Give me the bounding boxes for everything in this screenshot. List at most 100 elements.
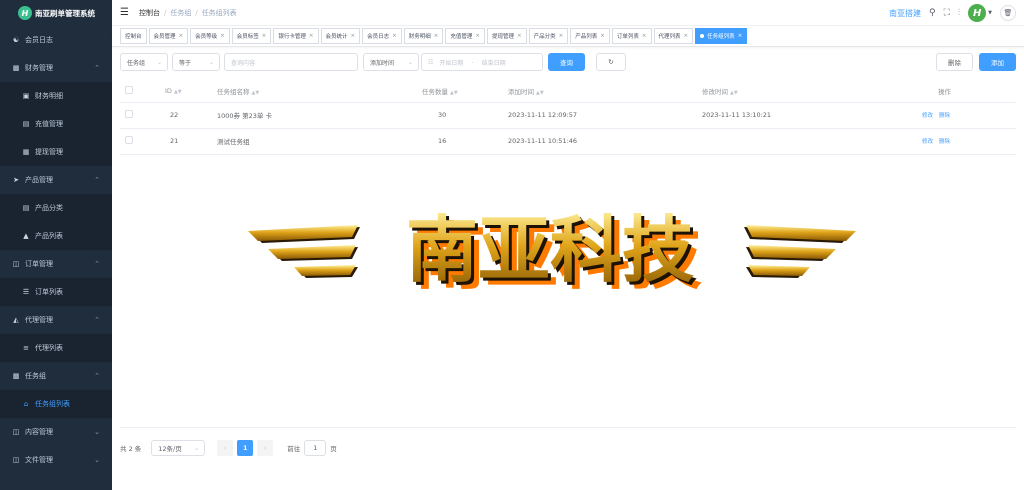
- select-all-checkbox[interactable]: [125, 85, 133, 94]
- next-page-button[interactable]: ›: [257, 439, 274, 456]
- avatar[interactable]: H: [968, 4, 987, 22]
- close-icon[interactable]: ×: [517, 33, 522, 39]
- trash-icon[interactable]: 🗑: [1000, 5, 1016, 21]
- close-icon[interactable]: ×: [475, 33, 480, 39]
- breadcrumb-item: 任务组列表: [201, 8, 237, 17]
- sidebar-item[interactable]: ◫ 文件管理 ⌄: [0, 446, 112, 474]
- column-header-name[interactable]: 任务组名称 ▲▼: [217, 80, 422, 103]
- goto-page-input[interactable]: 1: [304, 439, 327, 456]
- settings-sliders-icon[interactable]: ⫶: [958, 8, 960, 18]
- sidebar-item[interactable]: ▩ 任务组 ⌃: [0, 362, 112, 390]
- column-header-created[interactable]: 添加时间 ▲▼: [508, 80, 702, 103]
- tag-tab[interactable]: 会员日志 ×: [362, 28, 402, 44]
- cell-actions: 修改 删除: [922, 128, 1016, 155]
- close-icon[interactable]: ×: [600, 33, 605, 39]
- cell-actions: 修改 删除: [922, 102, 1016, 129]
- tag-label: 会员管理: [153, 34, 176, 40]
- tag-label: 代理列表: [658, 34, 681, 40]
- column-header-count[interactable]: 任务数量 ▲▼: [422, 80, 508, 103]
- close-icon[interactable]: ×: [738, 33, 743, 39]
- refresh-button[interactable]: ↻: [596, 53, 626, 71]
- prev-page-button[interactable]: ‹: [217, 439, 234, 456]
- column-header-id[interactable]: ID ▲▼: [165, 80, 217, 103]
- tag-tab[interactable]: 会员管理 ×: [148, 28, 189, 44]
- tag-tab[interactable]: 会员统计 ×: [320, 28, 361, 44]
- sidebar-item[interactable]: ▲ 产品列表: [0, 222, 112, 250]
- table-row: 22 1000券 第23单 卡 30 2023-11-11 12:09:57 2…: [120, 102, 1016, 129]
- sidebar-item[interactable]: ▤ 充值管理: [0, 110, 112, 138]
- hamburger-icon[interactable]: ☰: [120, 7, 129, 18]
- keyword-input[interactable]: 查询内容: [224, 53, 358, 71]
- sidebar-item[interactable]: ⌂ 任务组列表: [0, 390, 112, 418]
- bar-chart-icon: ▩: [12, 64, 20, 72]
- close-icon[interactable]: ×: [262, 33, 267, 39]
- edit-link[interactable]: 修改: [922, 113, 933, 119]
- sidebar-item[interactable]: ▤ 产品分类: [0, 194, 112, 222]
- tag-tab[interactable]: 会员等级 ×: [190, 28, 230, 44]
- search-button[interactable]: 查询: [548, 53, 585, 71]
- tag-tab[interactable]: 会员标签 ×: [231, 28, 272, 44]
- row-checkbox[interactable]: [125, 136, 133, 144]
- app-logo[interactable]: H 南亚刷单管理系统: [0, 0, 112, 26]
- delete-link[interactable]: 删除: [939, 139, 950, 145]
- breadcrumb-item[interactable]: 控制台: [139, 9, 160, 17]
- tag-tab[interactable]: 财务明细 ×: [403, 28, 444, 44]
- close-icon[interactable]: ×: [351, 33, 356, 39]
- sidebar-item[interactable]: ☯ 会员日志: [0, 26, 112, 54]
- tag-tab[interactable]: 订单列表 ×: [611, 28, 652, 44]
- column-header-updated[interactable]: 修改时间 ▲▼: [702, 80, 922, 103]
- sidebar-item-label: 订单列表: [35, 288, 63, 296]
- date-range-picker[interactable]: ☷ 开始日期 - 结束日期: [421, 53, 543, 71]
- sidebar-item[interactable]: ☰ 订单列表: [0, 278, 112, 306]
- end-date-input[interactable]: 结束日期: [482, 58, 506, 67]
- tag-tab[interactable]: 充值管理 ×: [445, 28, 486, 44]
- tag-tab[interactable]: 产品分类 ×: [528, 28, 569, 44]
- delete-link[interactable]: 删除: [939, 113, 950, 119]
- right-wing-icon: [744, 225, 856, 278]
- sidebar-item[interactable]: ≡ 代理列表: [0, 334, 112, 362]
- tag-tab[interactable]: 提现管理 ×: [487, 28, 527, 44]
- sidebar-item[interactable]: ◭ 代理管理 ⌃: [0, 306, 112, 334]
- edit-link[interactable]: 修改: [922, 139, 933, 145]
- sidebar-item[interactable]: ➤ 产品管理 ⌃: [0, 166, 112, 194]
- close-icon[interactable]: ×: [392, 33, 397, 39]
- tag-tab[interactable]: 产品列表 ×: [570, 28, 610, 44]
- close-icon[interactable]: ×: [642, 33, 647, 39]
- tag-tab[interactable]: 任务组列表 ×: [695, 28, 748, 44]
- sidebar-item[interactable]: ▦ 提现管理: [0, 138, 112, 166]
- page-size-select[interactable]: 12条/页 ⌄: [151, 439, 206, 456]
- close-icon[interactable]: ×: [309, 33, 314, 39]
- sort-icon[interactable]: ▲▼: [174, 89, 182, 95]
- sort-icon[interactable]: ▲▼: [252, 90, 260, 96]
- close-icon[interactable]: ×: [179, 33, 184, 39]
- time-field-select[interactable]: 添加时间 ⌄: [363, 53, 419, 71]
- tag-tab[interactable]: 银行卡管理 ×: [273, 28, 319, 44]
- page-number-button[interactable]: 1: [237, 439, 254, 456]
- cell-count: 16: [422, 128, 508, 155]
- search-icon[interactable]: ⚲: [929, 8, 936, 18]
- chevron-down-icon[interactable]: ▼: [988, 10, 992, 16]
- sort-icon[interactable]: ▲▼: [450, 90, 458, 96]
- column-label: 任务组名称: [217, 87, 250, 96]
- tag-tab[interactable]: 控制台: [120, 28, 147, 44]
- site-link[interactable]: 南亚搭建: [889, 8, 921, 19]
- fullscreen-icon[interactable]: ⛶: [944, 8, 950, 18]
- row-checkbox[interactable]: [125, 110, 133, 118]
- sidebar-item[interactable]: ◫ 订单管理 ⌃: [0, 250, 112, 278]
- delete-button[interactable]: 删除: [936, 53, 973, 71]
- sort-icon[interactable]: ▲▼: [536, 90, 544, 96]
- sidebar-item[interactable]: ▣ 财务明细: [0, 82, 112, 110]
- field-select[interactable]: 任务组 ⌄: [120, 53, 168, 71]
- start-date-input[interactable]: 开始日期: [439, 58, 463, 67]
- sort-icon[interactable]: ▲▼: [730, 90, 738, 96]
- sidebar-item[interactable]: ▩ 财务管理 ⌃: [0, 54, 112, 82]
- close-icon[interactable]: ×: [684, 33, 689, 39]
- close-icon[interactable]: ×: [434, 33, 439, 39]
- add-button[interactable]: 添加: [979, 53, 1016, 71]
- cell-created: 2023-11-11 12:09:57: [508, 102, 702, 129]
- operator-select[interactable]: 等于 ⌄: [172, 53, 220, 71]
- close-icon[interactable]: ×: [220, 33, 225, 39]
- close-icon[interactable]: ×: [559, 33, 564, 39]
- sidebar-item[interactable]: ◫ 内容管理 ⌄: [0, 418, 112, 446]
- tag-tab[interactable]: 代理列表 ×: [653, 28, 694, 44]
